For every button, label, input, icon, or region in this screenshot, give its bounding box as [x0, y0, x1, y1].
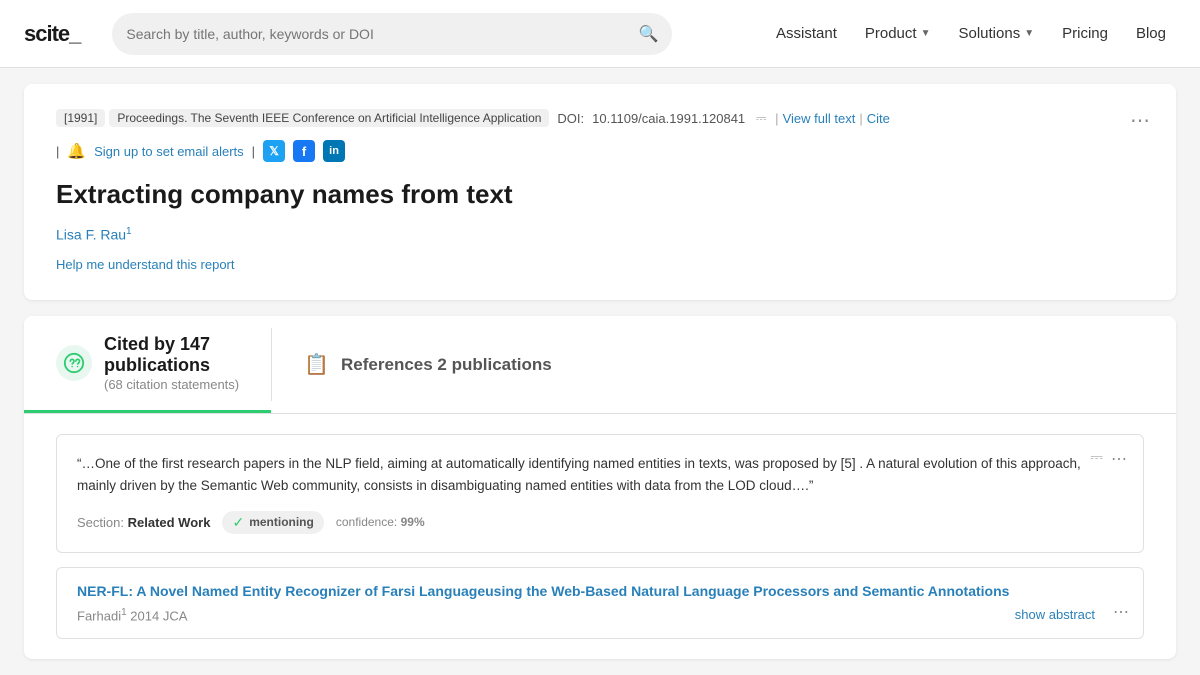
view-full-text-link[interactable]: View full text — [783, 111, 856, 126]
citation-card: “…One of the first research papers in th… — [56, 434, 1144, 552]
paper-year: [1991] — [56, 109, 105, 127]
bell-icon: 🔔 — [67, 142, 86, 160]
paper-card: [1991] Proceedings. The Seventh IEEE Con… — [24, 84, 1176, 300]
more-options-button[interactable]: ⋯ — [1130, 108, 1152, 133]
nav-item-pricing[interactable]: Pricing — [1052, 19, 1118, 48]
chevron-down-icon: ▼ — [921, 28, 931, 39]
paper-title: Extracting company names from text — [56, 178, 1144, 212]
paper-meta: [1991] Proceedings. The Seventh IEEE Con… — [56, 108, 1144, 128]
nav-links: Assistant Product ▼ Solutions ▼ Pricing … — [766, 19, 1176, 48]
result-more-button[interactable]: ⋯ — [1113, 602, 1131, 622]
cited-count-label: Cited by 147publications — [104, 334, 239, 376]
paper-conference: Proceedings. The Seventh IEEE Conference… — [109, 109, 549, 127]
references-label: References 2 publications — [341, 355, 552, 375]
tab-references[interactable]: 📋 References 2 publications — [272, 316, 584, 413]
cite-link[interactable]: Cite — [867, 111, 890, 126]
logo[interactable]: scite_ — [24, 21, 80, 47]
facebook-icon[interactable]: f — [293, 140, 315, 162]
paper-author[interactable]: Lisa F. Rau1 — [56, 226, 1144, 243]
citation-actions: ⎓ ⋯ — [1090, 449, 1129, 469]
tab-cited[interactable]: Cited by 147publications (68 citation st… — [24, 316, 271, 413]
nav-item-solutions[interactable]: Solutions ▼ — [948, 19, 1044, 48]
email-alerts-link[interactable]: Sign up to set email alerts — [94, 144, 244, 159]
search-icon[interactable]: 🔍 — [638, 24, 658, 44]
paper-result: NER-FL: A Novel Named Entity Recognizer … — [56, 567, 1144, 639]
citation-meta: Section: Related Work ✓ mentioning confi… — [77, 511, 1123, 534]
citation-statements-label: (68 citation statements) — [104, 377, 239, 392]
twitter-icon[interactable]: 𝕏 — [263, 140, 285, 162]
result-paper-authors: Farhadi1 2014 JCA — [77, 607, 1123, 623]
citation-icon — [56, 345, 92, 381]
citation-section: “…One of the first research papers in th… — [24, 414, 1176, 658]
copy-citation-button[interactable]: ⎓ — [1090, 449, 1103, 469]
search-bar: 🔍 — [112, 13, 672, 55]
citation-text: “…One of the first research papers in th… — [77, 453, 1123, 496]
nav-item-blog[interactable]: Blog — [1126, 19, 1176, 48]
paper-doi-label: DOI: — [557, 111, 584, 126]
help-understand-link[interactable]: Help me understand this report — [56, 257, 234, 272]
search-input[interactable] — [126, 26, 630, 42]
mention-badge: ✓ mentioning — [222, 511, 323, 534]
result-paper-title[interactable]: NER-FL: A Novel Named Entity Recognizer … — [77, 582, 1123, 602]
tabs-section: Cited by 147publications (68 citation st… — [24, 316, 1176, 658]
references-icon: 📋 — [304, 352, 329, 377]
tabs-header: Cited by 147publications (68 citation st… — [24, 316, 1176, 414]
section-label: Section: Related Work — [77, 515, 210, 530]
mention-type-label: mentioning — [249, 515, 314, 529]
confidence-label: confidence: 99% — [336, 515, 425, 529]
nav-item-product[interactable]: Product ▼ — [855, 19, 941, 48]
check-icon: ✓ — [232, 514, 244, 531]
nav-item-assistant[interactable]: Assistant — [766, 19, 847, 48]
navbar: scite_ 🔍 Assistant Product ▼ Solutions ▼… — [0, 0, 1200, 68]
citation-more-button[interactable]: ⋯ — [1111, 449, 1129, 469]
social-icons: 𝕏 f in — [263, 140, 345, 162]
linkedin-icon[interactable]: in — [323, 140, 345, 162]
chevron-down-icon: ▼ — [1024, 28, 1034, 39]
copy-doi-icon[interactable]: ⎓ — [751, 108, 771, 128]
paper-doi-value: 10.1109/caia.1991.120841 — [592, 111, 745, 126]
show-abstract-button[interactable]: show abstract — [1015, 607, 1095, 622]
alert-row: | 🔔 Sign up to set email alerts | 𝕏 f in — [56, 140, 1144, 162]
